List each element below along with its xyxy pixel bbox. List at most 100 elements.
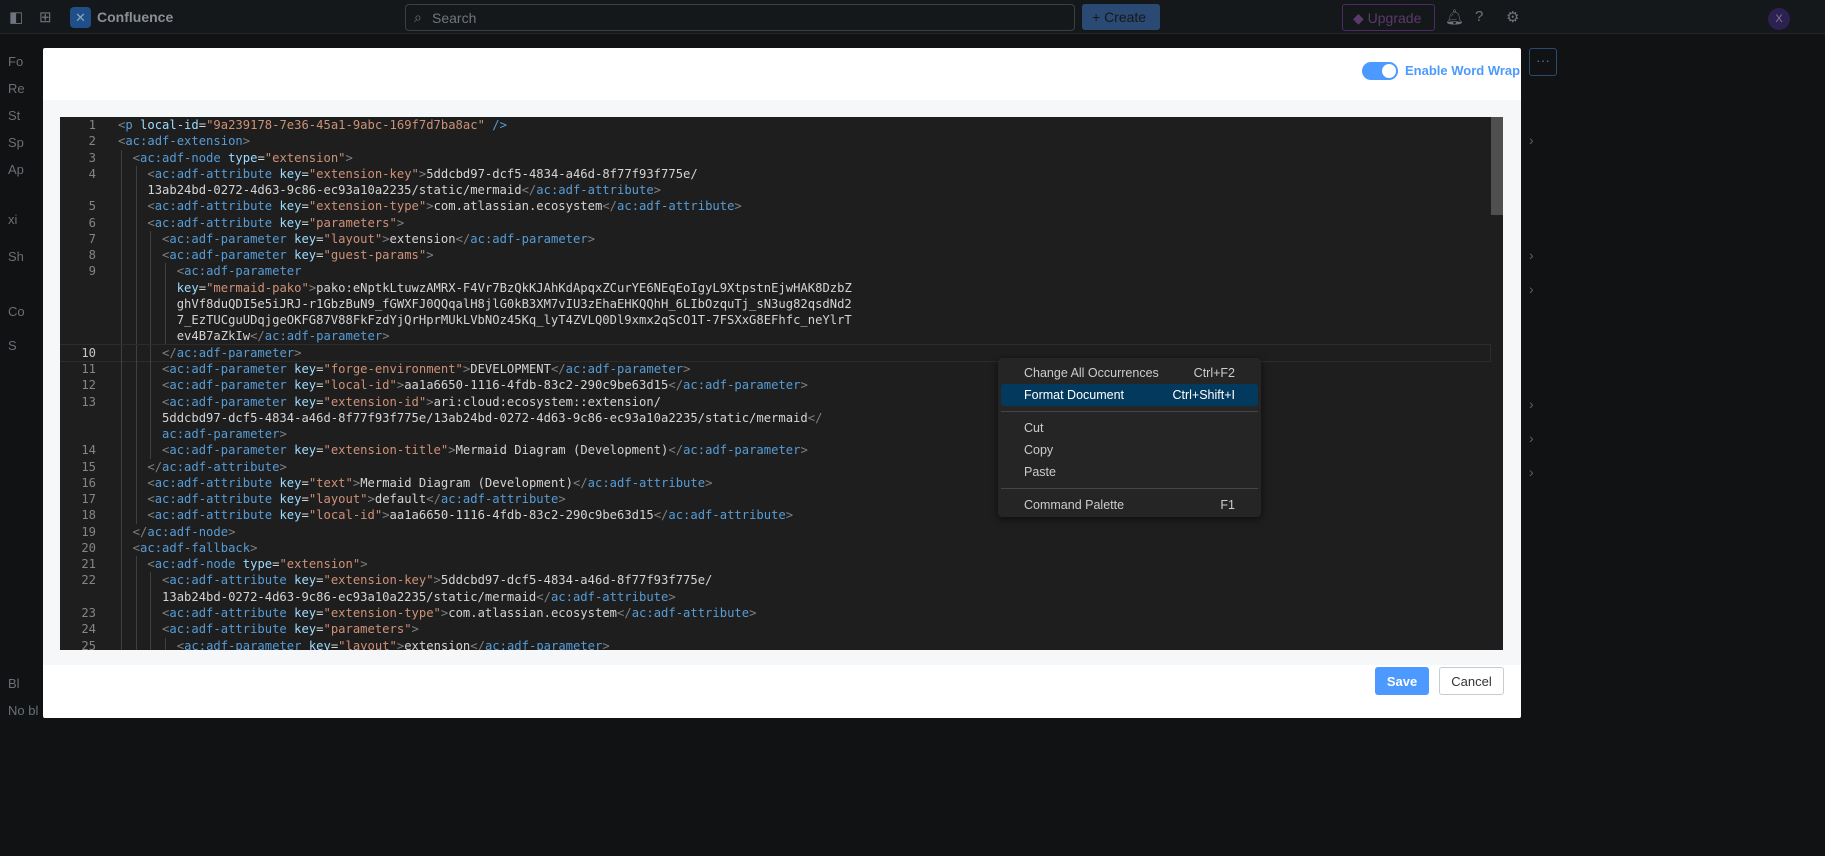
menu-item-format-document[interactable]: Format Document Ctrl+Shift+I [1001,384,1258,406]
code-line[interactable]: ghVf8duQDI5e5iJRJ-r1GbzBuN9_fGWXFJ0QQqal… [60,295,1490,313]
menu-item-change-all-occurrences[interactable]: Change All Occurrences Ctrl+F2 [1001,362,1258,384]
sidebar-item[interactable]: Sp [8,135,24,150]
code-token: Mermaid Diagram (Development) [360,475,573,490]
code-token: "extension" [264,150,346,165]
search-input[interactable]: ⌕ Search [405,4,1075,31]
scrollbar-thumb[interactable] [1491,117,1503,215]
code-line[interactable]: 1 <p local-id="9a239178-7e36-45a1-9abc-16… [60,117,1490,133]
code-line[interactable]: ev4B7aZkIw</ac:adf-parameter> [60,328,1490,345]
code-token: </ [147,459,163,474]
code-token: < [147,492,155,507]
code-text: <ac:adf-attribute key="layout">default</… [147,491,565,507]
upgrade-button[interactable]: ◆ Upgrade [1342,4,1435,31]
code-line[interactable]: 9 <ac:adf-parameter [60,263,1490,280]
chevron-right-icon[interactable]: › [1529,281,1534,297]
menu-item-paste[interactable]: Paste [1001,461,1258,483]
code-line[interactable]: 13ab24bd-0272-4d63-9c86-ec93a10a2235/sta… [60,182,1490,199]
code-line[interactable]: 14 <ac:adf-parameter key="extension-title… [60,442,1490,459]
code-line[interactable]: 16 <ac:adf-attribute key="text">Mermaid D… [60,474,1490,492]
sidebar-item[interactable]: St [8,108,20,123]
chevron-right-icon[interactable]: › [1529,464,1534,480]
sidebar-space[interactable]: xi [8,212,17,227]
sidebar-item[interactable]: Bl [8,676,20,691]
brand-name[interactable]: Confluence [97,9,173,25]
notifications-bell-icon[interactable]: 🔔︎ [1445,8,1464,26]
chevron-right-icon[interactable]: › [1529,430,1534,446]
sidebar-item[interactable]: Co [8,304,25,319]
code-token: ac:adf-parameter [264,329,383,344]
code-lines[interactable]: 1 <p local-id="9a239178-7e36-45a1-9abc-16… [60,117,1491,650]
chevron-right-icon[interactable]: › [1529,396,1534,412]
code-token: default [374,492,427,507]
sidebar-search[interactable]: S [8,338,17,353]
app-switcher-icon[interactable]: ⊞ [39,8,52,26]
indent-guide [135,442,137,459]
code-line[interactable]: 5 <ac:adf-attribute key="extension-type">… [60,198,1490,215]
code-line[interactable]: 22 <ac:adf-attribute key="extension-key">… [60,572,1490,589]
code-line[interactable]: 7 <ac:adf-parameter key="layout">extensio… [60,230,1490,248]
save-button[interactable]: Save [1375,667,1429,695]
code-token: key [294,443,317,458]
indent-guide [121,214,122,231]
code-line[interactable]: 11 <ac:adf-parameter key="forge-environme… [60,360,1490,378]
code-line[interactable]: 15 </ac:adf-attribute> [60,458,1490,475]
code-line[interactable]: 5ddcbd97-dcf5-4834-a46d-8f77f93f775e/13a… [60,409,1490,427]
code-token: > [360,557,368,572]
code-line[interactable]: 25 <ac:adf-parameter key="layout">extensi… [60,637,1490,650]
code-line[interactable]: 2 <ac:adf-extension> [60,133,1490,149]
code-line[interactable]: 8 <ac:adf-parameter key="guest-params"> [60,247,1490,264]
line-number: 13 [81,394,96,409]
avatar[interactable]: X [1768,8,1790,30]
code-line[interactable]: 7_EzTUCguUDqjgeOKFG87V88FkFzdYjQrHprMUkL… [60,312,1490,329]
code-line[interactable]: 3 <ac:adf-node type="extension"> [60,149,1490,166]
help-icon[interactable]: ? [1475,8,1483,25]
code-token: ac:adf-parameter [169,248,287,263]
sidebar-item[interactable]: Fo [8,54,23,69]
menu-item-command-palette[interactable]: Command Palette F1 [1001,494,1258,516]
code-token: key [279,508,302,523]
menu-item-copy[interactable]: Copy [1001,439,1258,461]
sidebar-item[interactable]: Sh [8,249,24,264]
word-wrap-label[interactable]: Enable Word Wrap [1405,63,1520,78]
code-token: ari:cloud:ecosystem::extension/ [433,394,662,409]
code-token: ac:adf-fallback [140,540,251,555]
create-button[interactable]: + Create [1082,4,1160,30]
code-line[interactable]: 18 <ac:adf-attribute key="local-id">aa1a6… [60,507,1490,524]
code-line[interactable]: 21 <ac:adf-node type="extension"> [60,556,1490,573]
code-line[interactable]: 13ab24bd-0272-4d63-9c86-ec93a10a2235/sta… [60,588,1490,605]
code-editor[interactable]: 1 <p local-id="9a239178-7e36-45a1-9abc-16… [60,117,1503,650]
code-token: </ [455,231,471,246]
code-line[interactable]: 6 <ac:adf-attribute key="parameters"> [60,214,1490,231]
collapse-sidebar-icon[interactable]: ◧ [9,8,23,26]
code-text: <ac:adf-parameter key="extension-id">ari… [162,394,661,410]
chevron-right-icon[interactable]: › [1529,132,1534,148]
code-line[interactable]: 13 <ac:adf-parameter key="extension-id">a… [60,393,1490,410]
code-token: > [785,508,794,523]
more-options-button[interactable]: ··· [1529,48,1557,76]
code-line[interactable]: 23 <ac:adf-attribute key="extension-type"… [60,604,1490,622]
chevron-right-icon[interactable]: › [1529,247,1534,263]
code-text: <ac:adf-parameter key="layout">extension… [162,231,595,247]
indent-guide [121,149,122,166]
settings-gear-icon[interactable]: ⚙ [1506,8,1519,26]
cancel-button[interactable]: Cancel [1439,667,1504,695]
code-line[interactable]: 10 </ac:adf-parameter> [60,343,1491,363]
code-token: type [242,557,273,572]
code-line[interactable]: 17 <ac:adf-attribute key="layout">default… [60,491,1490,508]
vertical-scrollbar[interactable] [1491,117,1503,650]
code-line[interactable]: 4 <ac:adf-attribute key="extension-key">5… [60,165,1490,183]
code-text: ac:adf-parameter> [162,426,287,442]
code-line[interactable]: 20 <ac:adf-fallback> [60,539,1490,557]
code-line[interactable]: 24 <ac:adf-attribute key="parameters"> [60,621,1490,638]
code-token: key [176,280,199,295]
sidebar-item[interactable]: Re [8,81,25,96]
code-token: extension [389,231,456,246]
code-line[interactable]: 19 </ac:adf-node> [60,523,1490,540]
menu-item-cut[interactable]: Cut [1001,417,1258,439]
word-wrap-toggle[interactable] [1362,62,1398,80]
code-line[interactable]: 12 <ac:adf-parameter key="local-id">aa1a6… [60,377,1490,394]
confluence-logo-icon[interactable]: ✕ [70,7,91,28]
sidebar-item[interactable]: Ap [8,162,24,177]
code-line[interactable]: key="mermaid-pako">pako:eNptkLtuwzAMRX-F… [60,279,1490,296]
code-line[interactable]: ac:adf-parameter> [60,426,1490,443]
